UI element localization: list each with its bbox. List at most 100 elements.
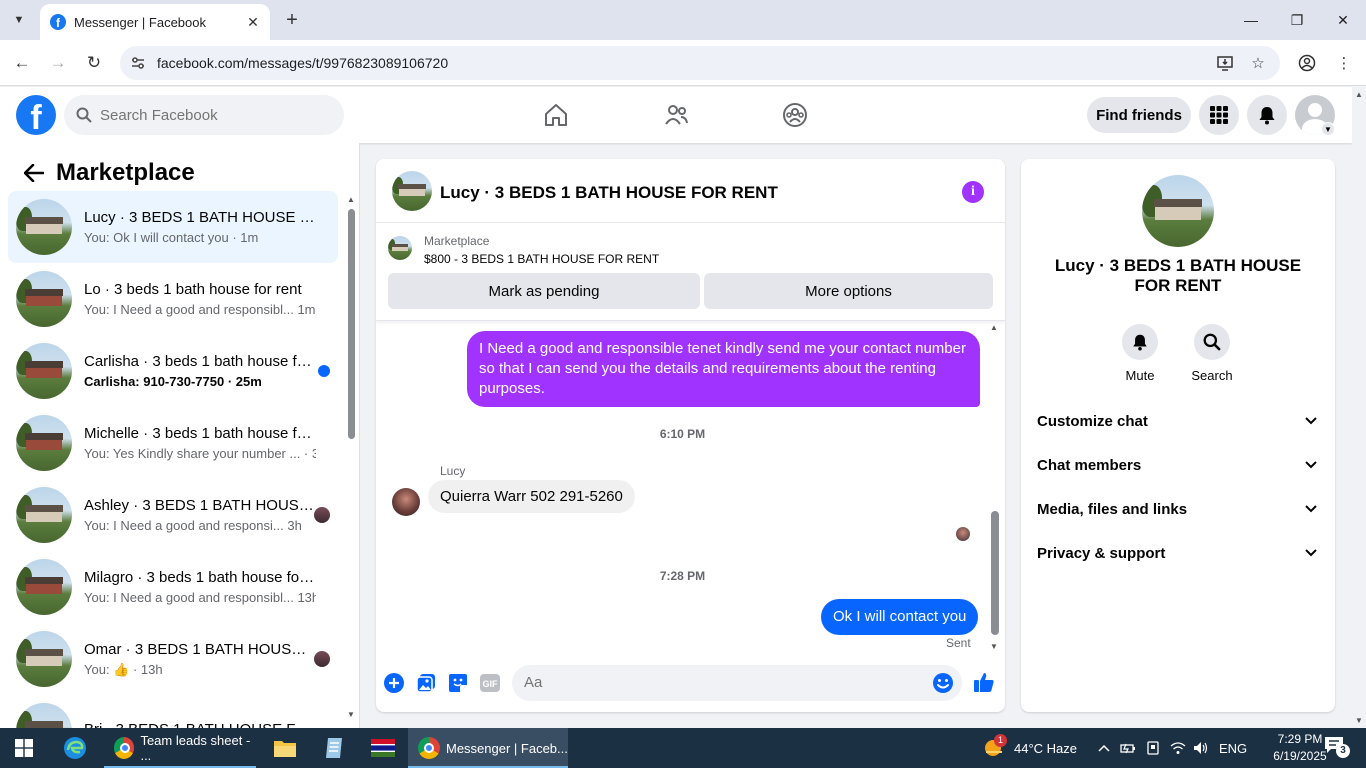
chevron-down-icon [1303, 545, 1319, 561]
browser-toolbar: ← → ↻ facebook.com/messages/t/9976823089… [0, 40, 1366, 86]
browser-tab-messenger[interactable]: f Messenger | Facebook ✕ [40, 4, 270, 40]
chat-header: Lucy · 3 BEDS 1 BATH HOUSE FOR RENT i [376, 159, 1005, 223]
notepad-icon[interactable] [320, 734, 348, 762]
wifi-icon[interactable] [1170, 728, 1186, 768]
chat-panel: Lucy · 3 BEDS 1 BATH HOUSE FOR RENT i Ma… [376, 159, 1005, 712]
listing-title[interactable]: $800 - 3 BEDS 1 BATH HOUSE FOR RENT [424, 252, 659, 266]
store-flag-icon[interactable] [369, 734, 397, 762]
conversation-item[interactable]: Michelle · 3 beds 1 bath house for rent Y… [8, 407, 338, 479]
emoji-icon[interactable] [932, 672, 954, 694]
bookmark-star-icon[interactable]: ☆ [1248, 53, 1268, 73]
incoming-message[interactable]: Quierra Warr 502 291-5260 [428, 480, 635, 513]
conversation-text: Lucy · 3 BEDS 1 BATH HOUSE FOR RENT You: … [84, 209, 316, 245]
outgoing-message[interactable]: Ok I will contact you [821, 599, 979, 635]
edge-browser-icon[interactable] [61, 734, 89, 762]
gif-icon[interactable]: GIF [479, 672, 501, 694]
profile-icon[interactable] [1295, 51, 1319, 75]
forward-arrow-icon[interactable]: → [45, 50, 71, 76]
chat-scrollbar[interactable]: ▲ ▼ [988, 321, 1002, 651]
close-window-icon[interactable]: ✕ [1320, 6, 1366, 34]
conversation-item[interactable]: Lo · 3 beds 1 bath house for rent You: I … [8, 263, 338, 335]
contact-avatar[interactable] [1142, 175, 1214, 247]
conversation-item[interactable]: Carlisha · 3 beds 1 bath house for rent C… [8, 335, 338, 407]
facebook-search[interactable] [64, 95, 344, 135]
conversation-text: Omar · 3 BEDS 1 BATH HOUSE FOR RENT You: … [84, 641, 316, 678]
home-icon[interactable] [541, 101, 571, 129]
volume-icon[interactable] [1193, 728, 1209, 768]
conversation-text: Ashley · 3 BEDS 1 BATH HOUSE FOR RENT You… [84, 497, 316, 533]
sender-avatar[interactable] [392, 488, 420, 516]
attach-image-icon[interactable] [415, 672, 437, 694]
new-tab-plus-icon[interactable]: + [280, 8, 304, 32]
search-input[interactable] [100, 106, 320, 124]
tab-close-icon[interactable]: ✕ [242, 11, 264, 33]
sent-status: Sent [946, 636, 971, 650]
taskbar-chrome-messenger[interactable]: Messenger | Faceb... [408, 728, 568, 768]
account-chevron-down-icon[interactable]: ▼ [1321, 122, 1335, 136]
message-composer: GIF [376, 662, 1005, 706]
site-settings-icon[interactable] [130, 55, 146, 71]
search-chat-button[interactable]: Search [1182, 324, 1242, 383]
customize-chat-section[interactable]: Customize chat [1029, 399, 1327, 443]
conversation-text: Milagro · 3 beds 1 bath house for rent Yo… [84, 569, 316, 605]
find-friends-button[interactable]: Find friends [1087, 97, 1191, 133]
facebook-logo-icon[interactable]: f [16, 95, 56, 135]
browser-tab-bar: ▼ f Messenger | Facebook ✕ + — ❐ ✕ [0, 0, 1366, 40]
battery-icon[interactable] [1120, 728, 1136, 768]
device-icon[interactable] [1146, 728, 1160, 768]
more-options-button[interactable]: More options [704, 273, 993, 309]
conversation-item[interactable]: Ashley · 3 BEDS 1 BATH HOUSE FOR RENT You… [8, 479, 338, 551]
weather-widget[interactable]: 1 44°C Haze [982, 728, 1077, 768]
listing-thumbnail[interactable] [388, 236, 412, 260]
reload-icon[interactable]: ↻ [81, 50, 107, 76]
conversation-snippet: You: I Need a good and responsi... 3h [84, 518, 302, 533]
weather-text: 44°C Haze [1014, 740, 1078, 756]
restore-icon[interactable]: ❐ [1274, 6, 1320, 34]
message-input-wrapper[interactable] [512, 665, 962, 701]
mute-button[interactable]: Mute [1110, 324, 1170, 383]
conversation-text: Carlisha · 3 beds 1 bath house for rent C… [84, 353, 316, 389]
conversation-item[interactable]: Milagro · 3 beds 1 bath house for rent Yo… [8, 551, 338, 623]
outgoing-message[interactable]: I Need a good and responsible tenet kind… [467, 331, 980, 407]
message-thread: I Need a good and responsible tenet kind… [376, 321, 1005, 651]
conversation-item[interactable]: Omar · 3 BEDS 1 BATH HOUSE FOR RENT You: … [8, 623, 338, 695]
listing-thumbnail [16, 703, 72, 728]
privacy-support-section[interactable]: Privacy & support [1029, 531, 1327, 575]
file-explorer-icon[interactable] [271, 734, 299, 762]
tab-search-chevron-icon[interactable]: ▼ [6, 8, 32, 32]
show-hidden-icons-chevron-icon[interactable] [1098, 728, 1110, 768]
windows-start-icon[interactable] [0, 728, 48, 768]
thumbs-up-icon[interactable] [972, 670, 996, 694]
timestamp: 7:28 PM [659, 569, 706, 583]
back-arrow-icon[interactable]: ← [9, 50, 35, 76]
install-app-icon[interactable] [1215, 53, 1235, 73]
sticker-icon[interactable] [447, 672, 469, 694]
conversation-item[interactable]: Bri · 3 BEDS 1 BATH HOUSE FOR RENT [8, 695, 338, 728]
url-text[interactable]: facebook.com/messages/t/9976823089106720 [157, 55, 448, 71]
chat-title[interactable]: Lucy · 3 BEDS 1 BATH HOUSE FOR RENT [440, 183, 778, 203]
address-bar[interactable]: facebook.com/messages/t/9976823089106720… [120, 46, 1280, 80]
back-arrow-icon[interactable] [14, 155, 54, 191]
search-label: Search [1191, 368, 1233, 383]
menu-grid-icon[interactable] [1199, 95, 1239, 135]
media-files-links-section[interactable]: Media, files and links [1029, 487, 1327, 531]
conversation-item[interactable]: Lucy · 3 BEDS 1 BATH HOUSE FOR RENT You: … [8, 191, 338, 263]
chrome-menu-icon[interactable]: ⋮ [1332, 51, 1356, 75]
chat-listing-thumbnail[interactable] [392, 171, 432, 211]
page-scrollbar[interactable]: ▲ ▼ [1352, 87, 1366, 728]
taskbar-clock[interactable]: 7:29 PM 6/19/2025 [1268, 731, 1332, 765]
language-indicator[interactable]: ENG [1219, 728, 1247, 768]
message-input[interactable] [524, 674, 914, 691]
sidebar-scrollbar[interactable]: ▲ ▼ [344, 193, 358, 723]
mark-as-pending-button[interactable]: Mark as pending [388, 273, 700, 309]
conversation-text: Michelle · 3 beds 1 bath house for rent Y… [84, 425, 316, 461]
plus-circle-icon[interactable] [383, 672, 405, 694]
minimize-icon[interactable]: — [1228, 6, 1274, 34]
info-icon[interactable]: i [962, 181, 984, 203]
friends-icon[interactable] [661, 101, 691, 129]
chat-members-section[interactable]: Chat members [1029, 443, 1327, 487]
groups-icon[interactable] [780, 101, 810, 129]
notifications-bell-icon[interactable] [1247, 95, 1287, 135]
taskbar-chrome-team-leads[interactable]: Team leads sheet - ... [104, 728, 256, 768]
notification-center-icon[interactable]: 3 [1324, 728, 1350, 768]
